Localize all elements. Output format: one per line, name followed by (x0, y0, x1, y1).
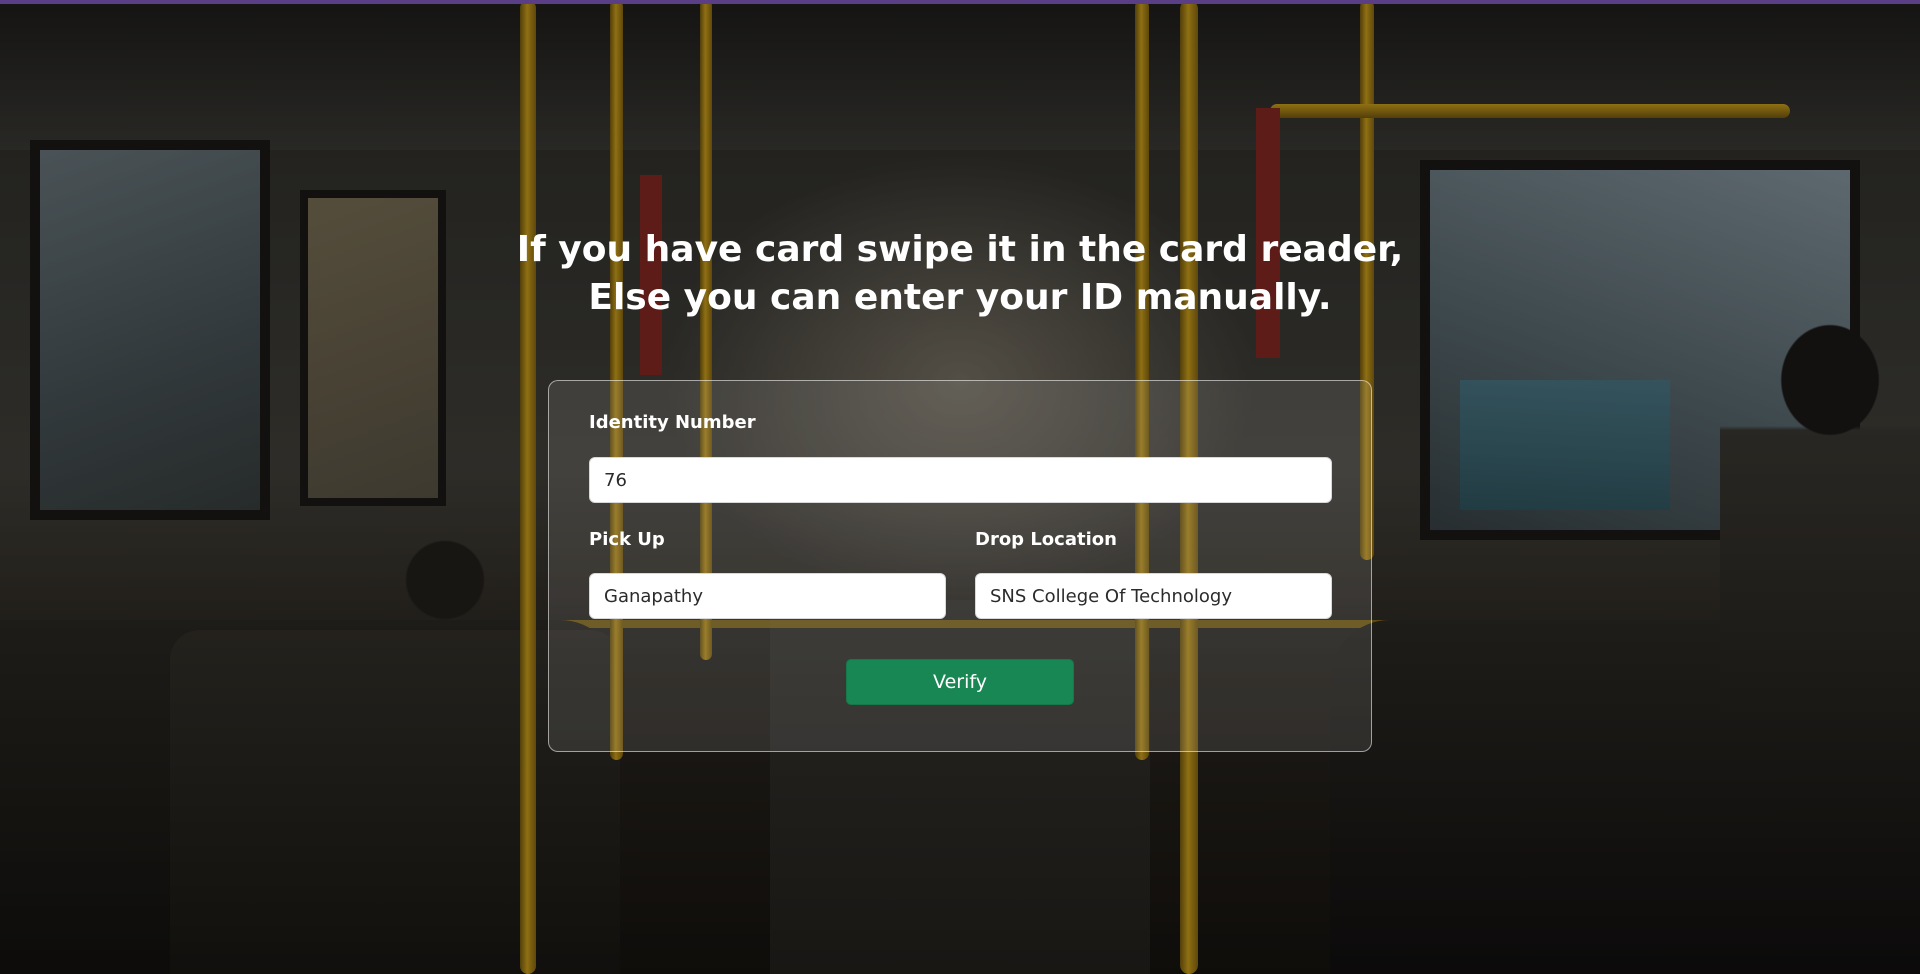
drop-location-input[interactable] (975, 573, 1332, 619)
pick-up-label: Pick Up (589, 529, 665, 550)
instruction-line-2: Else you can enter your ID manually. (588, 277, 1332, 318)
page: If you have card swipe it in the card re… (0, 0, 1920, 974)
identity-number-label: Identity Number (589, 412, 756, 433)
pick-up-input[interactable] (589, 573, 946, 619)
instruction-heading: If you have card swipe it in the card re… (460, 226, 1460, 322)
id-entry-form: Identity Number Pick Up Drop Location Ve… (548, 380, 1372, 752)
instruction-line-1: If you have card swipe it in the card re… (516, 229, 1404, 270)
top-strip (0, 0, 1920, 4)
drop-location-label: Drop Location (975, 529, 1117, 550)
verify-button[interactable]: Verify (846, 659, 1074, 705)
identity-number-input[interactable] (589, 457, 1332, 503)
